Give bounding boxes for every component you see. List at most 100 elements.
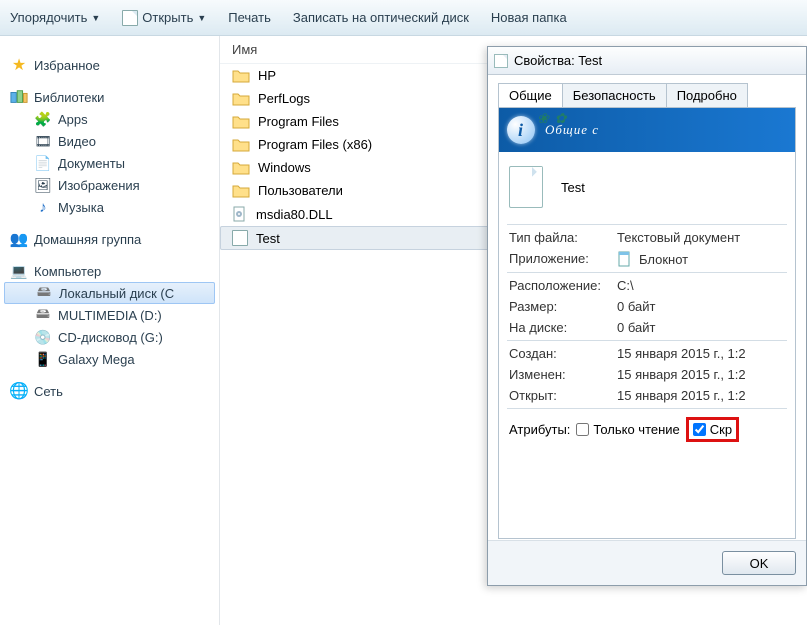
organize-label: Упорядочить — [10, 10, 87, 25]
dialog-body: Общие Безопасность Подробно i ❀ ✿ Общие … — [488, 75, 806, 540]
value: 15 января 2015 г., 1:2 — [617, 346, 785, 361]
folder-icon — [232, 138, 250, 152]
chevron-down-icon: ▼ — [91, 13, 100, 23]
folder-icon — [232, 184, 250, 198]
value: 15 января 2015 г., 1:2 — [617, 388, 785, 403]
print-button[interactable]: Печать — [224, 8, 275, 27]
sidebar-item-apps[interactable]: 🧩 Apps — [4, 108, 215, 130]
star-icon: ★ — [10, 57, 28, 73]
banner: i ❀ ✿ Общие с — [499, 108, 795, 152]
sidebar-item-drive-c[interactable]: 🖴Локальный диск (C — [4, 282, 215, 304]
homegroup-label: Домашняя группа — [34, 232, 141, 247]
open-label: Открыть — [142, 10, 193, 25]
row-size-on-disk: На диске:0 байт — [499, 317, 795, 338]
folder-icon — [232, 115, 250, 129]
notepad-icon — [617, 251, 633, 267]
label: Изменен: — [509, 367, 617, 382]
documents-icon: 📄 — [34, 155, 52, 171]
value: Текстовый документ — [617, 230, 785, 245]
organize-menu[interactable]: Упорядочить ▼ — [6, 8, 104, 27]
folder-icon — [232, 92, 250, 106]
readonly-checkbox[interactable] — [576, 423, 589, 436]
video-icon: 🎞 — [34, 133, 52, 149]
label: Приложение: — [509, 251, 617, 267]
folder-icon — [232, 161, 250, 175]
file-name-field[interactable]: Test — [561, 180, 585, 195]
hidden-checkbox[interactable] — [693, 423, 706, 436]
label: Атрибуты: — [509, 422, 570, 437]
navigation-sidebar: ★ Избранное Библиотеки 🧩 Apps 🎞 Видео 📄Док… — [0, 36, 220, 625]
new-folder-button[interactable]: Новая папка — [487, 8, 571, 27]
separator — [507, 340, 787, 341]
row-attributes: Атрибуты: Только чтение Скр — [499, 411, 795, 448]
file-name: HP — [258, 68, 276, 83]
sidebar-favorites[interactable]: ★ Избранное — [4, 54, 215, 76]
row-size: Размер:0 байт — [499, 296, 795, 317]
sidebar-item-drive-d[interactable]: 🖴MULTIMEDIA (D:) — [4, 304, 215, 326]
row-filetype: Тип файла:Текстовый документ — [499, 227, 795, 248]
sidebar-item-video[interactable]: 🎞 Видео — [4, 130, 215, 152]
sidebar-item-music[interactable]: ♪ Музыка — [4, 196, 215, 218]
file-large-icon — [509, 166, 543, 208]
tab-security[interactable]: Безопасность — [562, 83, 667, 107]
file-name: Windows — [258, 160, 311, 175]
text-file-icon — [232, 230, 248, 246]
row-created: Создан:15 января 2015 г., 1:2 — [499, 343, 795, 364]
sidebar-libraries[interactable]: Библиотеки — [4, 86, 215, 108]
label: Тип файла: — [509, 230, 617, 245]
sidebar-item-pictures[interactable]: 🖼Изображения — [4, 174, 215, 196]
sidebar-item-label: MULTIMEDIA (D:) — [58, 308, 162, 323]
sidebar-item-documents[interactable]: 📄Документы — [4, 152, 215, 174]
libraries-icon — [10, 89, 28, 105]
hidden-checkbox-label[interactable]: Скр — [693, 422, 732, 437]
label: Расположение: — [509, 278, 617, 293]
tab-details[interactable]: Подробно — [666, 83, 748, 107]
info-icon: i — [507, 116, 535, 144]
burn-button[interactable]: Записать на оптический диск — [289, 8, 473, 27]
highlight-box: Скр — [686, 417, 739, 442]
music-icon: ♪ — [34, 199, 52, 215]
value: 15 января 2015 г., 1:2 — [617, 367, 785, 382]
hidden-text: Скр — [710, 422, 732, 437]
new-folder-label: Новая папка — [491, 10, 567, 25]
row-location: Расположение:C:\ — [499, 275, 795, 296]
file-name: msdia80.DLL — [256, 207, 333, 222]
file-icon — [122, 10, 138, 26]
value: Блокнот — [617, 251, 785, 267]
computer-label: Компьютер — [34, 264, 101, 279]
app-name: Блокнот — [639, 252, 688, 267]
tab-panel-general: i ❀ ✿ Общие с Test Тип файла:Текстовый д… — [498, 108, 796, 539]
open-button[interactable]: Открыть ▼ — [118, 8, 210, 28]
libraries-label: Библиотеки — [34, 90, 104, 105]
dialog-titlebar[interactable]: Свойства: Test — [488, 47, 806, 75]
file-name: Пользователи — [258, 183, 343, 198]
tab-general[interactable]: Общие — [498, 83, 563, 107]
label: На диске: — [509, 320, 617, 335]
sidebar-network[interactable]: 🌐Сеть — [4, 380, 215, 402]
sidebar-homegroup[interactable]: 👥Домашняя группа — [4, 228, 215, 250]
properties-dialog: Свойства: Test Общие Безопасность Подроб… — [487, 46, 807, 586]
sidebar-computer[interactable]: 💻Компьютер — [4, 260, 215, 282]
ok-button[interactable]: OK — [722, 551, 796, 575]
separator — [507, 224, 787, 225]
row-modified: Изменен:15 января 2015 г., 1:2 — [499, 364, 795, 385]
dialog-title-text: Свойства: Test — [514, 53, 602, 68]
dll-icon — [232, 206, 248, 222]
sidebar-item-label: Apps — [58, 112, 88, 127]
apps-icon: 🧩 — [34, 111, 52, 127]
sidebar-item-label: Видео — [58, 134, 96, 149]
readonly-checkbox-label[interactable]: Только чтение — [576, 422, 679, 437]
separator — [507, 408, 787, 409]
value: C:\ — [617, 278, 785, 293]
value: 0 байт — [617, 320, 785, 335]
sidebar-item-drive-g[interactable]: 💿CD-дисковод (G:) — [4, 326, 215, 348]
network-label: Сеть — [34, 384, 63, 399]
sidebar-item-label: Локальный диск (C — [59, 286, 174, 301]
sidebar-item-label: Музыка — [58, 200, 104, 215]
pictures-icon: 🖼 — [34, 177, 52, 193]
readonly-text: Только чтение — [593, 422, 679, 437]
sidebar-item-galaxy[interactable]: 📱Galaxy Mega — [4, 348, 215, 370]
file-icon — [494, 54, 508, 68]
row-accessed: Открыт:15 января 2015 г., 1:2 — [499, 385, 795, 406]
favorites-label: Избранное — [34, 58, 100, 73]
